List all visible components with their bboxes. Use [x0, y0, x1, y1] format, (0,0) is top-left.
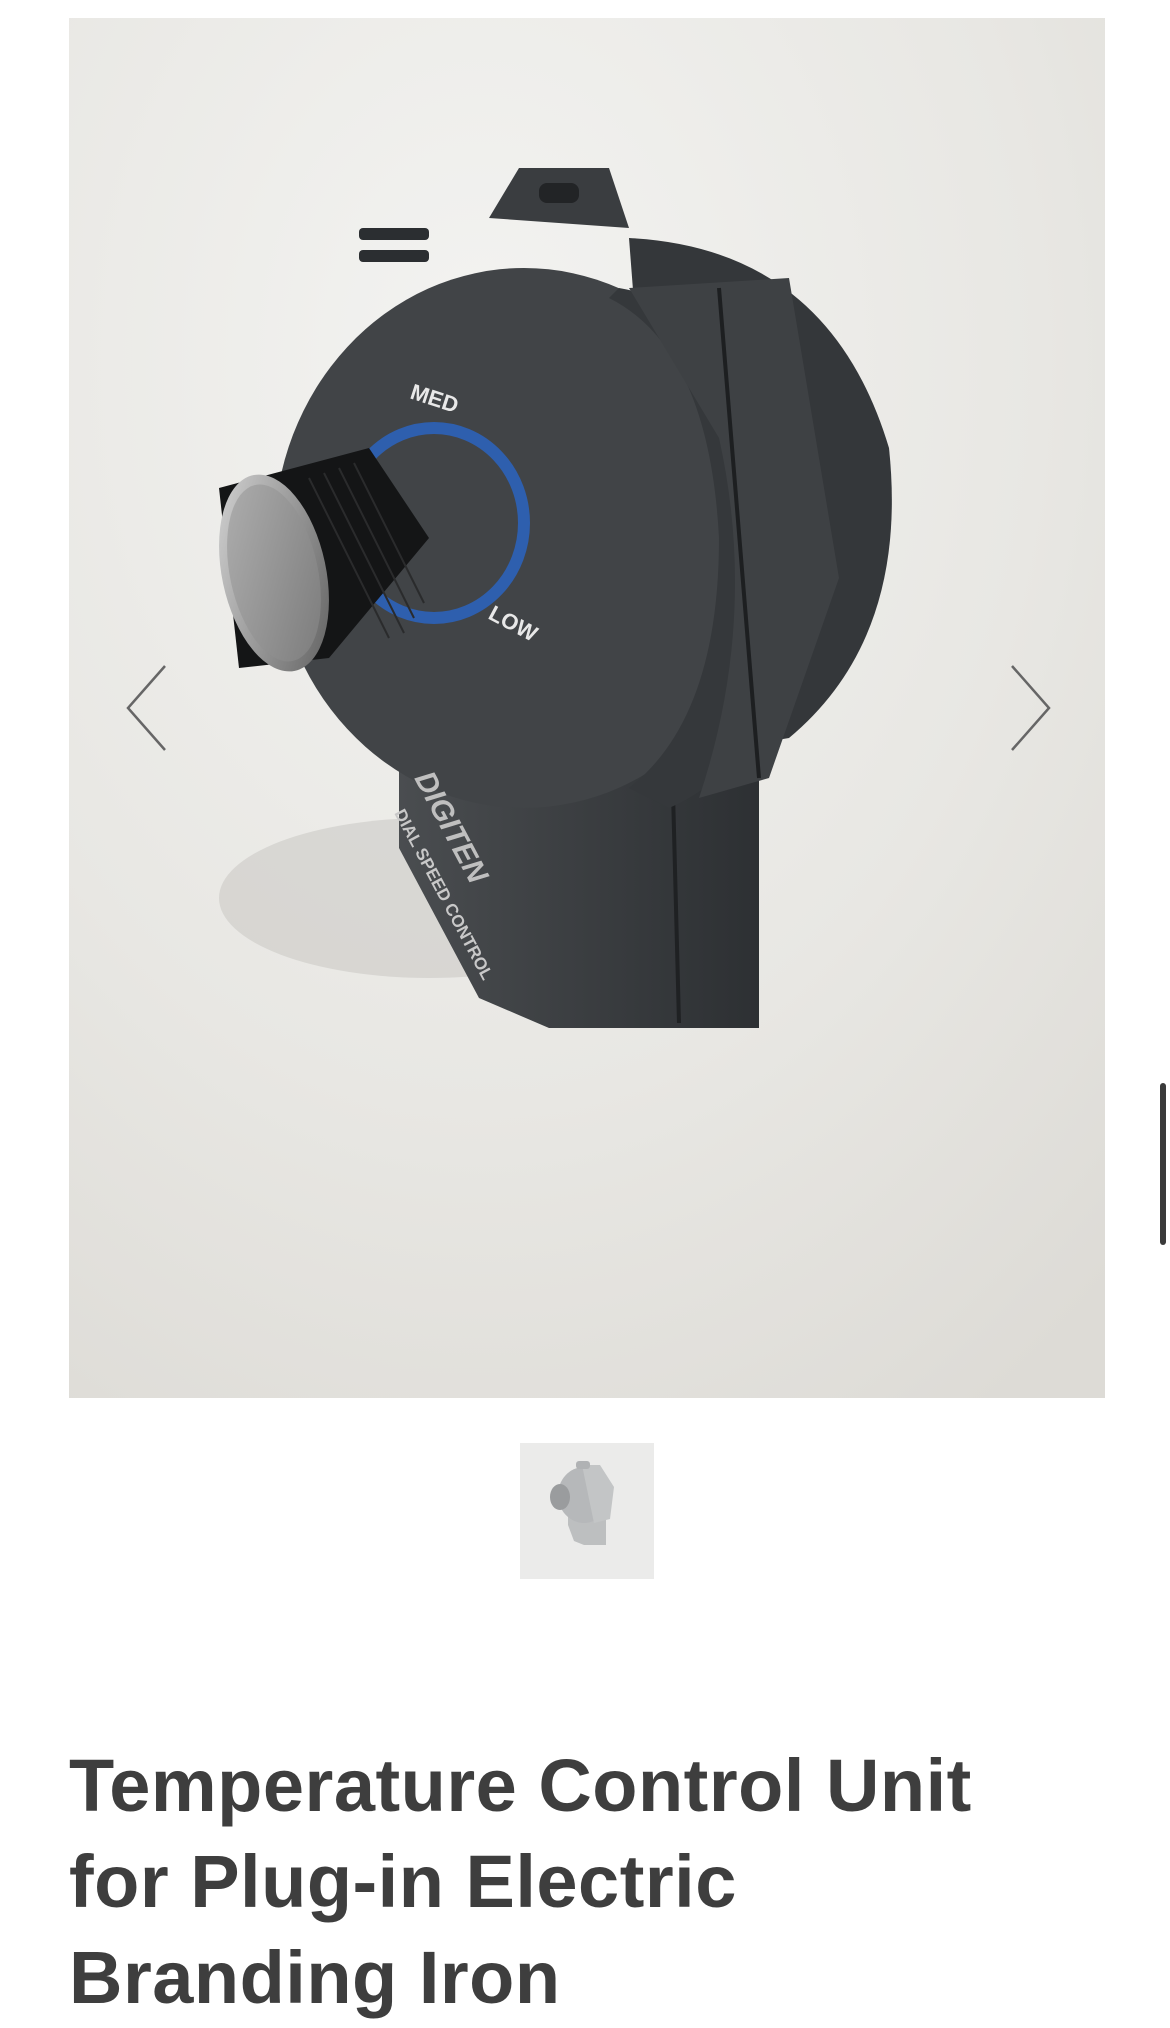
product-main-image[interactable]: MED LOW DIGITEN DIAL SPEED CONTROL	[69, 18, 1105, 1398]
chevron-right-icon	[1011, 665, 1051, 751]
chevron-left-icon	[126, 665, 166, 751]
gallery-next-button[interactable]	[987, 648, 1067, 768]
product-photo: MED LOW DIGITEN DIAL SPEED CONTROL	[69, 18, 1105, 1398]
product-title: Temperature Control Unit for Plug-in Ele…	[69, 1744, 972, 2019]
gallery-prev-button[interactable]	[110, 648, 190, 768]
thumbnail-image[interactable]	[520, 1443, 654, 1579]
scrollbar[interactable]	[1160, 1083, 1166, 1245]
thumbnail-photo	[520, 1443, 654, 1579]
